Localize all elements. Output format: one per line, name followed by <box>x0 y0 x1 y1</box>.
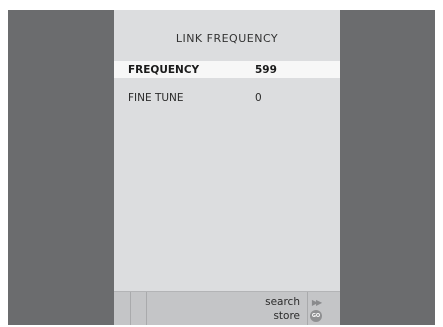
go-icon-text: GO <box>310 310 322 322</box>
search-hint: search <box>265 296 300 308</box>
fine-tune-label: FINE TUNE <box>128 92 184 104</box>
fast-forward-icon: ▶▶ <box>311 297 322 307</box>
go-button-icon: GO <box>310 310 322 322</box>
frequency-value: 599 <box>255 64 277 76</box>
frequency-label: FREQUENCY <box>128 64 200 76</box>
footer-divider <box>130 292 131 325</box>
store-hint: store <box>273 310 300 322</box>
footer-divider <box>146 292 147 325</box>
footer-divider <box>307 292 308 325</box>
fine-tune-value: 0 <box>255 92 262 104</box>
menu-footer: search ▶▶ store GO <box>114 291 340 325</box>
menu-row-fine-tune[interactable]: FINE TUNE 0 <box>114 89 340 106</box>
menu-row-frequency[interactable]: FREQUENCY 599 <box>114 61 340 78</box>
menu-title: LINK FREQUENCY <box>175 32 279 45</box>
menu-panel: LINK FREQUENCY FREQUENCY 599 FINE TUNE 0… <box>114 10 340 325</box>
